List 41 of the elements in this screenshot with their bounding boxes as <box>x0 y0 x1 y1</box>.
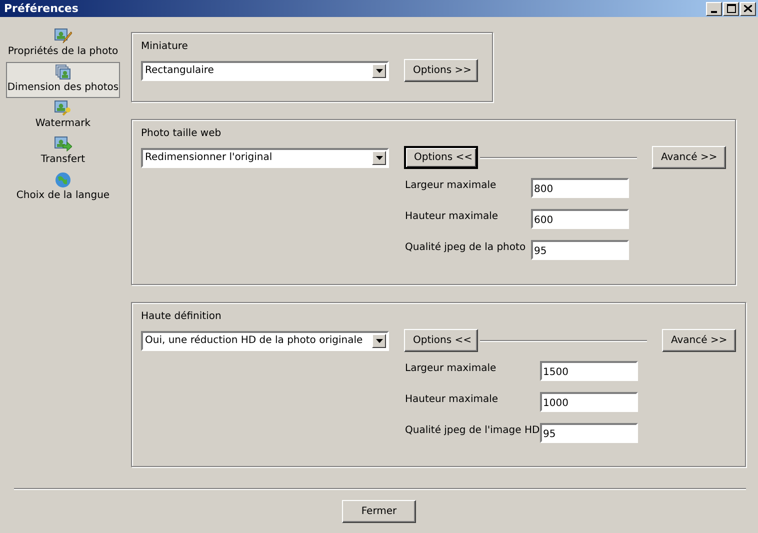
sidebar-item[interactable]: Transfert <box>6 134 120 170</box>
input-field[interactable]: 1000 <box>540 392 638 412</box>
group-title: Haute définition <box>141 311 222 322</box>
sidebar-item[interactable]: Propriétés de la photo <box>6 26 120 62</box>
globe-icon <box>55 172 71 188</box>
options-button[interactable]: Options << <box>404 329 478 352</box>
options-button[interactable]: Options >> <box>404 59 478 82</box>
minimize-button[interactable] <box>706 2 722 16</box>
close-icon <box>744 5 752 12</box>
dropdown[interactable]: Oui, une réduction HD de la photo originale <box>141 330 389 350</box>
photo-arrow-icon <box>54 136 72 152</box>
field-label: Qualité jpeg de la photo <box>405 242 527 252</box>
photo-key-icon <box>54 100 72 116</box>
minimize-icon <box>711 10 717 12</box>
close-dialog-button[interactable]: Fermer <box>342 500 416 523</box>
dropdown[interactable]: Redimensionner l'original <box>141 148 389 168</box>
input-field[interactable]: 600 <box>531 209 629 229</box>
window-title: Préférences <box>4 2 78 15</box>
input-field[interactable]: 95 <box>540 423 638 443</box>
field-label: Largeur maximale <box>405 362 498 374</box>
input-field[interactable]: 95 <box>531 240 629 260</box>
maximize-button[interactable] <box>723 2 739 16</box>
close-button[interactable] <box>740 2 756 16</box>
advanced-button[interactable]: Avancé >> <box>662 329 736 352</box>
dropdown[interactable]: Rectangulaire <box>141 60 389 80</box>
advanced-button[interactable]: Avancé >> <box>652 146 726 169</box>
input-field[interactable]: 800 <box>531 178 629 198</box>
photo-pencil-icon <box>54 28 72 44</box>
field-label: Qualité jpeg de l'image HD <box>405 424 540 436</box>
maximize-icon <box>726 4 736 13</box>
sidebar-item[interactable]: Dimension des photos <box>6 62 120 98</box>
group-title: Photo taille web <box>141 128 222 139</box>
group-title: Miniature <box>141 41 189 52</box>
photos-icon <box>55 64 71 80</box>
field-label: Hauteur maximale <box>405 394 500 404</box>
sidebar-item[interactable]: Watermark <box>6 98 120 134</box>
field-label: Largeur maximale <box>405 180 498 190</box>
options-button[interactable]: Options << <box>404 146 478 169</box>
input-field[interactable]: 1500 <box>540 361 638 381</box>
sidebar-item[interactable]: Choix de la langue <box>6 170 120 206</box>
field-label: Hauteur maximale <box>405 210 500 222</box>
